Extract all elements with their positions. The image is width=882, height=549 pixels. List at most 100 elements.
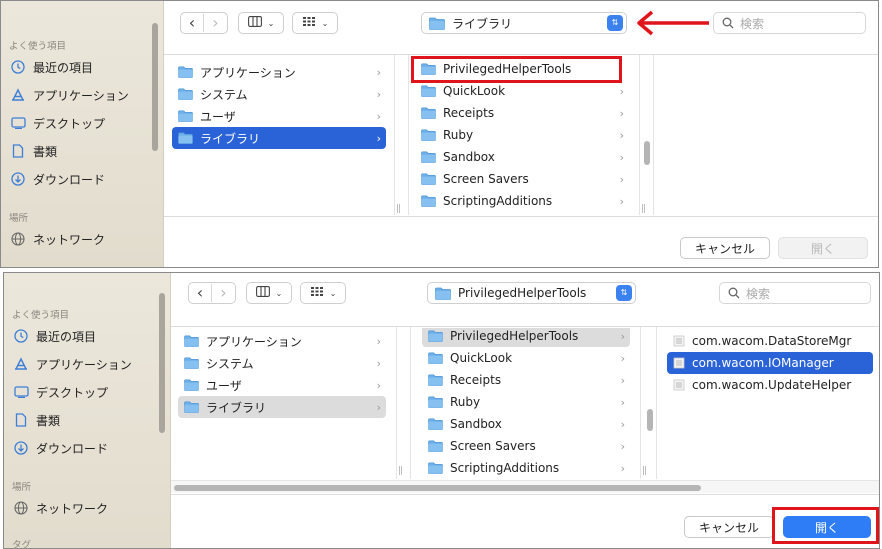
list-item[interactable]: QuickLook › [422, 347, 630, 369]
list-item[interactable]: com.wacom.DataStoreMgr [667, 330, 873, 352]
chevron-right-icon: › [619, 128, 624, 142]
view-mode-button[interactable]: ⌄ [246, 282, 292, 304]
item-label: システム [206, 356, 254, 371]
column-divider [410, 327, 411, 479]
horizontal-scrollbar[interactable] [174, 485, 701, 491]
list-item[interactable]: Sandbox › [415, 146, 629, 168]
list-item[interactable]: Screen Savers › [422, 435, 630, 457]
item-label: Ruby [450, 395, 481, 409]
sidebar-item-label: アプリケーション [33, 88, 129, 103]
cancel-button[interactable]: キャンセル [684, 516, 774, 538]
sidebar-item-recents[interactable]: 最近の項目 [10, 56, 93, 78]
column-scrollbar[interactable] [647, 409, 653, 431]
grid-icon [302, 16, 316, 30]
sidebar-item-label: ダウンロード [33, 172, 106, 187]
globe-icon [10, 231, 26, 247]
back-button[interactable]: ‹ [189, 284, 213, 302]
sidebar-item-documents[interactable]: 書類 [13, 409, 60, 431]
locations-heading: 場所 [12, 482, 32, 493]
column-resize-handle[interactable]: || [396, 204, 401, 214]
list-item[interactable]: ユーザ › [178, 374, 386, 396]
column-scrollbar[interactable] [644, 141, 650, 165]
list-item[interactable]: ScriptingAdditions › [422, 457, 630, 478]
sidebar-item-label: 最近の項目 [36, 329, 97, 344]
list-item[interactable]: Screen Savers › [415, 168, 629, 190]
folder-icon [421, 107, 436, 119]
list-item[interactable]: com.wacom.UpdateHelper [667, 374, 873, 396]
sidebar-item-recents[interactable]: 最近の項目 [13, 325, 96, 347]
view-mode-button[interactable]: ⌄ [238, 12, 284, 34]
list-item[interactable]: Ruby › [415, 124, 629, 146]
list-item[interactable]: QuickLook › [415, 80, 629, 102]
list-item-selected[interactable]: com.wacom.IOManager [667, 352, 873, 374]
folder-icon [428, 462, 443, 474]
document-icon [10, 143, 26, 159]
group-button[interactable]: ⌄ [300, 282, 346, 304]
item-label: Ruby [443, 128, 474, 142]
column-resize-handle[interactable]: || [641, 204, 646, 214]
back-forward-buttons[interactable]: ‹ › [188, 282, 236, 304]
toolbar: ‹ › ⌄ ⌄ ライブラリ ⇅ 検索 [164, 1, 878, 55]
dialog-footer: キャンセル 開く [164, 216, 878, 267]
desktop-icon [10, 115, 26, 131]
folder-icon [428, 374, 443, 386]
list-item[interactable]: Receipts › [422, 369, 630, 391]
search-field[interactable]: 検索 [713, 12, 866, 34]
forward-button[interactable]: › [204, 14, 227, 32]
grid-icon [310, 286, 324, 300]
group-button[interactable]: ⌄ [292, 12, 338, 34]
annotation-arrow-icon [637, 10, 709, 36]
list-item[interactable]: Receipts › [415, 102, 629, 124]
executable-icon [673, 357, 685, 369]
folder-icon [421, 151, 436, 163]
back-button[interactable]: ‹ [181, 14, 205, 32]
open-button[interactable]: 開く [778, 237, 868, 259]
cancel-button[interactable]: キャンセル [680, 237, 770, 259]
folder-icon [428, 352, 443, 364]
item-label: アプリケーション [200, 65, 296, 80]
path-selector[interactable]: PrivilegedHelperTools ⇅ [427, 282, 636, 304]
path-selector[interactable]: ライブラリ ⇅ [421, 12, 627, 34]
sidebar: よく使う項目 最近の項目 アプリケーション デスクトップ 書類 ダウンロード 場… [1, 1, 164, 267]
back-forward-buttons[interactable]: ‹ › [180, 12, 228, 34]
list-item[interactable]: ScriptingAdditions › [415, 190, 629, 212]
list-item[interactable]: Sandbox › [422, 413, 630, 435]
sidebar-item-downloads[interactable]: ダウンロード [10, 168, 105, 190]
forward-button[interactable]: › [212, 284, 235, 302]
chevron-right-icon: › [376, 87, 381, 101]
list-item[interactable]: システム › [178, 352, 386, 374]
sidebar-scrollbar[interactable] [159, 293, 165, 433]
annotation-highlight-box [772, 507, 879, 544]
chevron-right-icon: › [619, 150, 624, 164]
search-field[interactable]: 検索 [719, 282, 871, 304]
list-item-selected[interactable]: ライブラリ › [178, 396, 386, 418]
sidebar-item-applications[interactable]: アプリケーション [10, 84, 129, 106]
list-item[interactable]: アプリケーション › [178, 330, 386, 352]
folder-icon [184, 379, 199, 391]
chevron-right-icon: › [620, 439, 625, 453]
sidebar-scrollbar[interactable] [152, 23, 158, 151]
sidebar-item-network[interactable]: ネットワーク [10, 228, 105, 250]
sidebar-item-documents[interactable]: 書類 [10, 140, 57, 162]
item-label: QuickLook [450, 351, 513, 365]
apps-icon [13, 356, 29, 372]
list-item[interactable]: アプリケーション › [172, 61, 386, 83]
list-item[interactable]: ユーザ › [172, 105, 386, 127]
list-item[interactable]: システム › [172, 83, 386, 105]
folder-icon [428, 396, 443, 408]
sidebar-item-desktop[interactable]: デスクトップ [10, 112, 105, 134]
folder-icon [178, 132, 193, 144]
sidebar-item-network[interactable]: ネットワーク [13, 497, 108, 519]
column-divider [656, 327, 657, 479]
document-icon [13, 412, 29, 428]
list-item[interactable]: Ruby › [422, 391, 630, 413]
folder-icon [184, 357, 199, 369]
column-resize-handle[interactable]: || [398, 466, 403, 476]
sidebar-item-label: ネットワーク [33, 232, 106, 247]
sidebar-item-applications[interactable]: アプリケーション [13, 353, 132, 375]
sidebar-item-downloads[interactable]: ダウンロード [13, 437, 108, 459]
list-item-selected[interactable]: ライブラリ › [172, 127, 386, 149]
list-item-selected[interactable]: PrivilegedHelperTools › [422, 328, 630, 347]
sidebar-item-desktop[interactable]: デスクトップ [13, 381, 108, 403]
column-resize-handle[interactable]: || [642, 466, 647, 476]
